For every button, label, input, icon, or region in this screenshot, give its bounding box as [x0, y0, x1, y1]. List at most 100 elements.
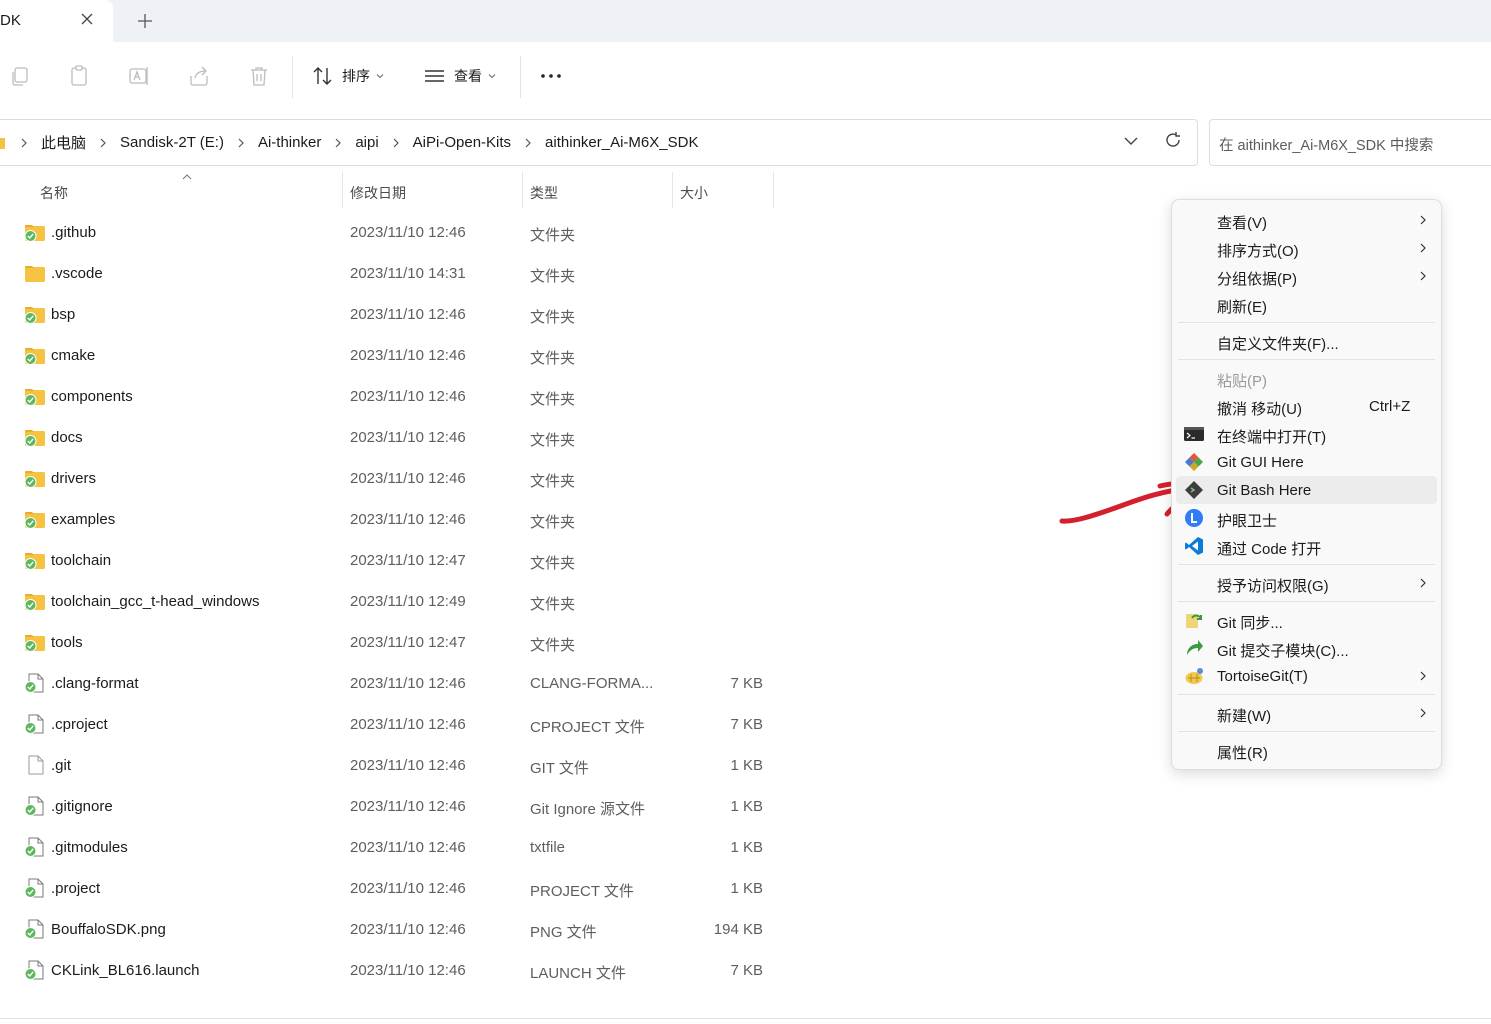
- file-row[interactable]: .git 2023/11/10 12:46 GIT 文件 1 KB: [0, 745, 780, 786]
- column-header-type[interactable]: 类型: [523, 172, 672, 208]
- search-input[interactable]: 在 aithinker_Ai-M6X_SDK 中搜索: [1209, 119, 1491, 166]
- menu-item-label: 授予访问权限(G): [1217, 578, 1329, 595]
- file-size: 1 KB: [730, 757, 763, 774]
- file-row[interactable]: CKLink_BL616.launch 2023/11/10 12:46 LAUNC…: [0, 950, 780, 991]
- file-row[interactable]: .github 2023/11/10 12:46 文件夹: [0, 212, 780, 253]
- file-row[interactable]: bsp 2023/11/10 12:46 文件夹: [0, 294, 780, 335]
- address-history-dropdown-icon[interactable]: [1124, 134, 1138, 148]
- menu-separator: [1178, 359, 1435, 360]
- menu-item-refresh[interactable]: 刷新(E): [1176, 290, 1437, 318]
- breadcrumb-aipi[interactable]: aipi: [355, 134, 378, 151]
- address-bar[interactable]: 此电脑 Sandisk-2T (E:) Ai-thinker aipi AiPi…: [0, 119, 1198, 166]
- file-date: 2023/11/10 12:46: [350, 470, 466, 487]
- chevron-right-icon[interactable]: [334, 138, 342, 148]
- sort-button[interactable]: 排序: [312, 62, 392, 90]
- menu-item-open-with-code[interactable]: 通过 Code 打开: [1176, 532, 1437, 560]
- rename-icon[interactable]: [127, 64, 151, 88]
- file-row[interactable]: components 2023/11/10 12:46 文件夹: [0, 376, 780, 417]
- menu-item-new[interactable]: 新建(W): [1176, 699, 1437, 727]
- menu-item-git-commit-submodule[interactable]: Git 提交子模块(C)...: [1176, 634, 1437, 662]
- delete-icon[interactable]: [247, 64, 271, 88]
- file-date: 2023/11/10 12:49: [350, 593, 466, 610]
- file-size: 1 KB: [730, 880, 763, 897]
- file-type: Git Ignore 源文件: [530, 801, 646, 818]
- menu-item-properties[interactable]: 属性(R): [1176, 736, 1437, 764]
- menu-item-open-terminal[interactable]: 在终端中打开(T): [1176, 420, 1437, 448]
- menu-item-customize-folder[interactable]: 自定义文件夹(F)...: [1176, 327, 1437, 355]
- new-tab-icon[interactable]: [137, 13, 153, 29]
- view-button[interactable]: 查看: [424, 62, 504, 90]
- file-date: 2023/11/10 12:46: [350, 347, 466, 364]
- copy-icon[interactable]: [8, 64, 32, 88]
- menu-item-label: TortoiseGit(T): [1217, 668, 1308, 685]
- file-name: .clang-format: [51, 675, 139, 692]
- search-placeholder: 在 aithinker_Ai-M6X_SDK 中搜索: [1219, 138, 1434, 154]
- file-name: docs: [51, 429, 83, 446]
- menu-item-grant-access[interactable]: 授予访问权限(G): [1176, 569, 1437, 597]
- menu-item-eye-guard[interactable]: 护眼卫士: [1176, 504, 1437, 532]
- more-options-icon[interactable]: [540, 72, 564, 80]
- file-synced-icon: [24, 919, 44, 939]
- share-icon[interactable]: [187, 64, 211, 88]
- file-row[interactable]: .project 2023/11/10 12:46 PROJECT 文件 1 KB: [0, 868, 780, 909]
- file-synced-icon: [24, 837, 44, 857]
- column-header-date[interactable]: 修改日期: [343, 172, 522, 208]
- sort-ascending-icon: [182, 174, 192, 180]
- paste-icon[interactable]: [67, 64, 91, 88]
- menu-item-sort-by[interactable]: 排序方式(O): [1176, 234, 1437, 262]
- close-icon[interactable]: [79, 11, 95, 27]
- menu-item-git-bash[interactable]: Git Bash Here: [1176, 476, 1437, 504]
- chevron-right-icon[interactable]: [524, 138, 532, 148]
- file-row[interactable]: .clang-format 2023/11/10 12:46 CLANG-FORMA…: [0, 663, 780, 704]
- file-date: 2023/11/10 12:46: [350, 511, 466, 528]
- chevron-right-icon: [1420, 271, 1426, 281]
- view-label: 查看: [454, 68, 482, 84]
- breadcrumb-ai-thinker[interactable]: Ai-thinker: [258, 134, 321, 151]
- chevron-right-icon[interactable]: [392, 138, 400, 148]
- file-row[interactable]: toolchain_gcc_t-head_windows 2023/11/10 1…: [0, 581, 780, 622]
- breadcrumb: 此电脑 Sandisk-2T (E:) Ai-thinker aipi AiPi…: [0, 120, 698, 165]
- folder-synced-icon: [24, 553, 45, 570]
- file-synced-icon: [24, 796, 44, 816]
- toolbar-separator: [292, 56, 293, 98]
- chevron-right-icon: [1420, 708, 1426, 718]
- menu-item-group-by[interactable]: 分组依据(P): [1176, 262, 1437, 290]
- file-row[interactable]: .gitignore 2023/11/10 12:46 Git Ignore 源文件…: [0, 786, 780, 827]
- file-type: 文件夹: [530, 514, 576, 531]
- menu-item-undo-move[interactable]: 撤消 移动(U) Ctrl+Z: [1176, 392, 1437, 420]
- menu-item-tortoisegit[interactable]: TortoiseGit(T): [1176, 662, 1437, 690]
- file-row[interactable]: tools 2023/11/10 12:47 文件夹: [0, 622, 780, 663]
- column-header-size[interactable]: 大小: [673, 172, 773, 208]
- folder-synced-icon: [24, 307, 45, 324]
- file-row[interactable]: examples 2023/11/10 12:46 文件夹: [0, 499, 780, 540]
- git-gui-icon: [1185, 453, 1203, 471]
- breadcrumb-aipi-open-kits[interactable]: AiPi-Open-Kits: [413, 134, 511, 151]
- file-row[interactable]: .vscode 2023/11/10 14:31 文件夹: [0, 253, 780, 294]
- file-date: 2023/11/10 12:46: [350, 306, 466, 323]
- menu-separator: [1178, 322, 1435, 323]
- chevron-right-icon[interactable]: [99, 138, 107, 148]
- file-row[interactable]: .cproject 2023/11/10 12:46 CPROJECT 文件 7 KB: [0, 704, 780, 745]
- file-size: 7 KB: [730, 962, 763, 979]
- file-row[interactable]: cmake 2023/11/10 12:46 文件夹: [0, 335, 780, 376]
- file-row[interactable]: .gitmodules 2023/11/10 12:46 txtfile 1 KB: [0, 827, 780, 868]
- breadcrumb-drive[interactable]: Sandisk-2T (E:): [120, 134, 224, 151]
- file-row[interactable]: drivers 2023/11/10 12:46 文件夹: [0, 458, 780, 499]
- breadcrumb-this-pc[interactable]: 此电脑: [41, 132, 86, 153]
- menu-item-git-sync[interactable]: Git 同步...: [1176, 606, 1437, 634]
- column-header-name[interactable]: 名称: [0, 172, 342, 208]
- file-row[interactable]: docs 2023/11/10 12:46 文件夹: [0, 417, 780, 458]
- refresh-icon[interactable]: [1164, 131, 1182, 149]
- file-row[interactable]: toolchain 2023/11/10 12:47 文件夹: [0, 540, 780, 581]
- file-row[interactable]: BouffaloSDK.png 2023/11/10 12:46 PNG 文件 194…: [0, 909, 780, 950]
- column-divider[interactable]: [773, 172, 774, 208]
- menu-item-git-gui[interactable]: Git GUI Here: [1176, 448, 1437, 476]
- tab-active[interactable]: DK: [0, 0, 113, 42]
- menu-item-view[interactable]: 查看(V): [1176, 206, 1437, 234]
- file-icon: [28, 755, 44, 775]
- git-sync-icon: [1186, 614, 1202, 628]
- file-name: .vscode: [51, 265, 103, 282]
- chevron-right-icon[interactable]: [237, 138, 245, 148]
- toolbar: 排序 查看: [0, 42, 1491, 111]
- breadcrumb-sdk[interactable]: aithinker_Ai-M6X_SDK: [545, 134, 698, 151]
